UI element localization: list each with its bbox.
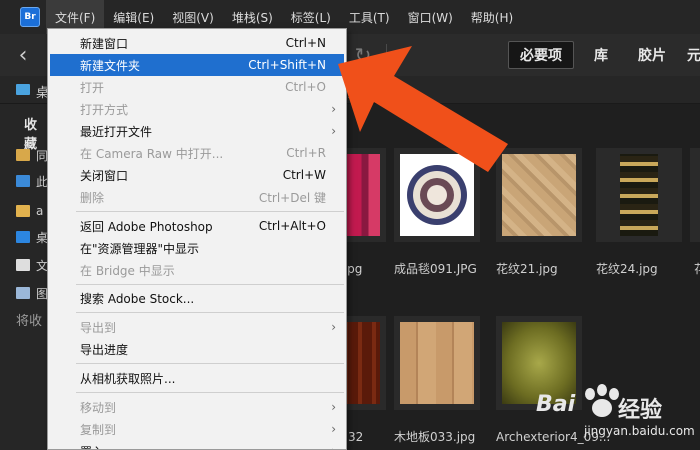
menu-item-search-stock[interactable]: 搜索 Adobe Stock... xyxy=(50,287,344,309)
favorite-item[interactable]: 桌 xyxy=(16,228,48,246)
computer-icon xyxy=(16,175,30,187)
favorite-item[interactable]: 图 xyxy=(16,284,48,302)
menu-separator xyxy=(76,312,344,313)
favorites-hint: 将收 xyxy=(16,314,43,329)
favorite-item[interactable]: 同 xyxy=(16,146,48,164)
picture-icon xyxy=(16,287,30,299)
menu-item-move-to[interactable]: 移动到 › xyxy=(50,396,344,418)
submenu-arrow-icon: › xyxy=(331,422,336,436)
favorite-item[interactable]: 文 xyxy=(16,256,48,274)
thumbnail-caption: 花纹21.jpg xyxy=(496,262,558,276)
thumbnail-caption: 32 xyxy=(348,430,364,444)
menu-item-return-photoshop[interactable]: 返回 Adobe Photoshop Ctrl+Alt+O xyxy=(50,215,344,237)
thumbnail-caption: 花 xyxy=(694,262,700,277)
menu-window[interactable]: 窗口(W) xyxy=(399,0,462,34)
watermark-url: jingyan.baidu.com xyxy=(584,424,695,438)
thumbnail-image xyxy=(400,322,474,404)
submenu-arrow-icon: › xyxy=(331,400,336,414)
favorite-item[interactable]: a xyxy=(16,202,43,220)
watermark-brand-2: 经验 xyxy=(618,398,663,423)
menu-item-delete[interactable]: 删除 Ctrl+Del 键 xyxy=(50,186,344,208)
menu-item-open-camera-raw[interactable]: 在 Camera Raw 中打开... Ctrl+R xyxy=(50,142,344,164)
menu-item-close-window[interactable]: 关闭窗口 Ctrl+W xyxy=(50,164,344,186)
menu-item-new-window[interactable]: 新建窗口 Ctrl+N xyxy=(50,32,344,54)
menu-item-open[interactable]: 打开 Ctrl+O xyxy=(50,76,344,98)
thumbnail-caption: 成品毯091.JPG xyxy=(394,262,477,276)
menu-separator xyxy=(76,284,344,285)
bridge-logo-icon: Br xyxy=(20,7,40,27)
thumbnail-caption: 木地板033.jpg xyxy=(394,430,476,444)
workspace-tab-metadata[interactable]: 元 xyxy=(684,41,700,69)
menu-item-new-folder[interactable]: 新建文件夹 Ctrl+Shift+N xyxy=(50,54,344,76)
submenu-arrow-icon: › xyxy=(331,320,336,334)
annotation-arrow-icon xyxy=(338,46,508,172)
menu-item-export-to[interactable]: 导出到 › xyxy=(50,316,344,338)
menu-item-place[interactable]: 置入 › xyxy=(50,440,344,449)
menu-item-open-with[interactable]: 打开方式 › xyxy=(50,98,344,120)
menu-item-recent-files[interactable]: 最近打开文件 › xyxy=(50,120,344,142)
thumbnail[interactable] xyxy=(394,316,480,410)
folder-icon xyxy=(16,84,30,95)
thumbnail[interactable] xyxy=(690,148,700,242)
file-menu-dropdown: 新建窗口 Ctrl+N 新建文件夹 Ctrl+Shift+N 打开 Ctrl+O… xyxy=(47,28,347,450)
menu-item-reveal-bridge[interactable]: 在 Bridge 中显示 xyxy=(50,259,344,281)
back-arrow-icon[interactable]: ‹ xyxy=(10,42,36,68)
menu-item-copy-to[interactable]: 复制到 › xyxy=(50,418,344,440)
thumbnail-caption: 花纹24.jpg xyxy=(596,262,658,276)
favorites-panel: 收藏 同 此 a 桌 文 图 将收 xyxy=(0,104,48,450)
workspace-tab-libraries[interactable]: 库 xyxy=(586,41,616,69)
watermark-brand: Bai xyxy=(536,392,576,417)
thumbnail-image xyxy=(620,154,658,236)
menu-tools[interactable]: 工具(T) xyxy=(340,0,399,34)
menu-help[interactable]: 帮助(H) xyxy=(462,0,522,34)
favorite-label: a xyxy=(36,204,44,218)
menu-separator xyxy=(76,211,344,212)
workspace-tab-filmstrip[interactable]: 胶片 xyxy=(632,41,672,69)
menu-item-export-progress[interactable]: 导出进度 xyxy=(50,338,344,360)
favorite-item[interactable]: 此 xyxy=(16,172,48,190)
folder-icon xyxy=(16,149,30,161)
desktop-icon xyxy=(16,231,30,243)
menu-item-get-photos-camera[interactable]: 从相机获取照片... xyxy=(50,367,344,389)
document-icon xyxy=(16,259,30,271)
menu-separator xyxy=(76,392,344,393)
menu-separator xyxy=(76,363,344,364)
thumbnail[interactable] xyxy=(596,148,682,242)
folder-icon xyxy=(16,205,30,217)
submenu-arrow-icon: › xyxy=(331,444,336,449)
menu-item-reveal-explorer[interactable]: 在"资源管理器"中显示 xyxy=(50,237,344,259)
